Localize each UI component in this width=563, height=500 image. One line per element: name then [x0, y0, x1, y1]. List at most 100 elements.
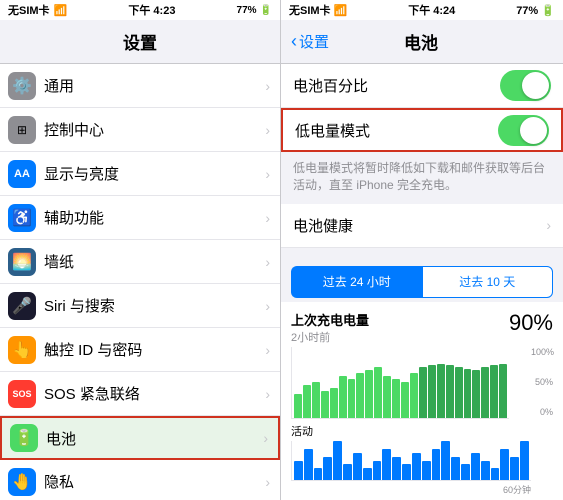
battery-percent-toggle[interactable]: [500, 70, 551, 101]
settings-item-privacy[interactable]: 🤚 隐私 ›: [0, 460, 280, 500]
siri-chevron: ›: [265, 298, 270, 314]
battery-bar-21: [481, 367, 489, 418]
right-nav-bar: ‹ 设置 电池: [281, 20, 563, 64]
sos-icon-wrap: SOS: [0, 380, 44, 408]
settings-item-accessibility[interactable]: ♿ 辅助功能 ›: [0, 196, 280, 240]
x-label-right: 60分钟: [503, 483, 531, 496]
low-power-label: 低电量模式: [295, 120, 498, 141]
activity-bar-6: [353, 453, 362, 480]
battery-percent-row: 电池百分比: [281, 64, 563, 108]
activity-bar-4: [333, 441, 342, 480]
battery-icon-right: 🔋: [541, 5, 555, 17]
left-title-bar: 设置: [0, 20, 280, 64]
back-button[interactable]: ‹ 设置: [291, 31, 329, 52]
display-label: 显示与亮度: [44, 163, 261, 184]
battery-bar-14: [419, 367, 427, 418]
activity-bar-7: [363, 468, 372, 480]
activity-bar-9: [382, 449, 391, 480]
y-axis-labels: 100% 50% 0%: [531, 347, 553, 419]
left-page-title: 设置: [123, 29, 157, 54]
right-page-title: 电池: [329, 29, 513, 54]
chart-title: 上次充电电量: [291, 310, 369, 329]
battery-icon: 🔋: [10, 424, 38, 452]
tab-10d[interactable]: 过去 10 天: [422, 266, 554, 298]
general-label: 通用: [44, 75, 261, 96]
battery-bar-20: [472, 370, 480, 418]
battery-icon-left: 🔋: [260, 5, 272, 16]
activity-bar-0: [294, 461, 303, 481]
activity-bar-2: [314, 468, 323, 480]
chart-tab-bar: 过去 24 小时 过去 10 天: [281, 258, 563, 302]
low-power-row: 低电量模式: [281, 108, 563, 152]
battery-bar-10: [383, 376, 391, 418]
right-panel: 无SIM卡 📶 下午 4:24 77% 🔋 ‹ 设置 电池 电池百分比 低: [281, 0, 563, 500]
activity-label: 活动: [291, 423, 553, 439]
chart-area: 上次充电电量 2小时前 90% 100% 50% 0% 活动 60分钟: [281, 302, 563, 500]
activity-bar-15: [441, 441, 450, 480]
battery-bar-11: [392, 379, 400, 418]
activity-bar-13: [422, 461, 431, 481]
sos-label: SOS 紧急联络: [44, 383, 261, 404]
settings-item-battery[interactable]: 🔋 电池 ›: [0, 416, 280, 460]
battery-chevron: ›: [263, 430, 268, 446]
accessibility-icon: ♿: [8, 204, 36, 232]
settings-item-control-center[interactable]: ⊞ 控制中心 ›: [0, 108, 280, 152]
settings-item-display[interactable]: AA 显示与亮度 ›: [0, 152, 280, 196]
right-time: 下午 4:24: [408, 2, 455, 18]
control-center-label: 控制中心: [44, 119, 261, 140]
activity-bar-16: [451, 457, 460, 480]
activity-bar-14: [432, 449, 441, 480]
battery-bar-9: [374, 367, 382, 418]
battery-bar-23: [499, 364, 507, 418]
chart-header: 上次充电电量 2小时前 90%: [291, 310, 553, 345]
wallpaper-icon-wrap: 🌅: [0, 248, 44, 276]
right-status-carrier: 无SIM卡 📶: [289, 2, 347, 18]
battery-pct-left: 77%: [237, 5, 257, 16]
battery-bar-1: [303, 385, 311, 418]
wifi-icon: 📶: [54, 4, 68, 17]
right-wifi-icon: 📶: [334, 5, 348, 17]
siri-label: Siri 与搜索: [44, 295, 261, 316]
privacy-label: 隐私: [44, 471, 261, 492]
display-icon-wrap: AA: [0, 160, 44, 188]
siri-icon: 🎤: [8, 292, 36, 320]
left-status-bar: 无SIM卡 📶 下午 4:23 77% 🔋: [0, 0, 280, 20]
x-axis-labels: 60分钟: [291, 483, 531, 496]
battery-percent-section: 电池百分比 低电量模式: [281, 64, 563, 152]
left-panel: 无SIM卡 📶 下午 4:23 77% 🔋 设置 ⚙️ 通用 › ⊞ 控制中心 …: [0, 0, 281, 500]
tab-24h[interactable]: 过去 24 小时: [291, 266, 422, 298]
settings-item-touch-id[interactable]: 👆 触控 ID 与密码 ›: [0, 328, 280, 372]
settings-item-wallpaper[interactable]: 🌅 墙纸 ›: [0, 240, 280, 284]
battery-bar-22: [490, 365, 498, 418]
battery-health-row[interactable]: 电池健康 ›: [281, 204, 563, 248]
battery-bar-4: [330, 388, 338, 418]
chart-subtitle: 2小时前: [291, 329, 369, 345]
right-status-bar: 无SIM卡 📶 下午 4:24 77% 🔋: [281, 0, 563, 20]
left-time: 下午 4:23: [128, 2, 175, 18]
control-center-chevron: ›: [265, 122, 270, 138]
chart-title-block: 上次充电电量 2小时前: [291, 310, 369, 345]
back-chevron-icon: ‹: [291, 31, 297, 52]
settings-item-sos[interactable]: SOS SOS 紧急联络 ›: [0, 372, 280, 416]
settings-item-general[interactable]: ⚙️ 通用 ›: [0, 64, 280, 108]
low-power-toggle[interactable]: [498, 115, 549, 146]
battery-bar-18: [455, 367, 463, 418]
activity-bar-1: [304, 449, 313, 480]
battery-health-chevron: ›: [546, 217, 551, 233]
right-carrier-text: 无SIM卡: [289, 5, 331, 17]
activity-bar-12: [412, 453, 421, 480]
general-icon-wrap: ⚙️: [0, 72, 44, 100]
touch-id-label: 触控 ID 与密码: [44, 339, 261, 360]
settings-item-siri[interactable]: 🎤 Siri 与搜索 ›: [0, 284, 280, 328]
battery-bar-2: [312, 382, 320, 418]
siri-icon-wrap: 🎤: [0, 292, 44, 320]
activity-bar-23: [520, 441, 529, 480]
battery-bar-15: [428, 365, 436, 418]
left-battery-status: 77% 🔋: [237, 5, 272, 16]
activity-bar-22: [510, 457, 519, 480]
battery-bar-12: [401, 382, 409, 418]
battery-icon-wrap: 🔋: [2, 424, 46, 452]
carrier-text: 无SIM卡: [8, 2, 50, 18]
back-label: 设置: [299, 31, 329, 52]
battery-bar-7: [356, 373, 364, 418]
